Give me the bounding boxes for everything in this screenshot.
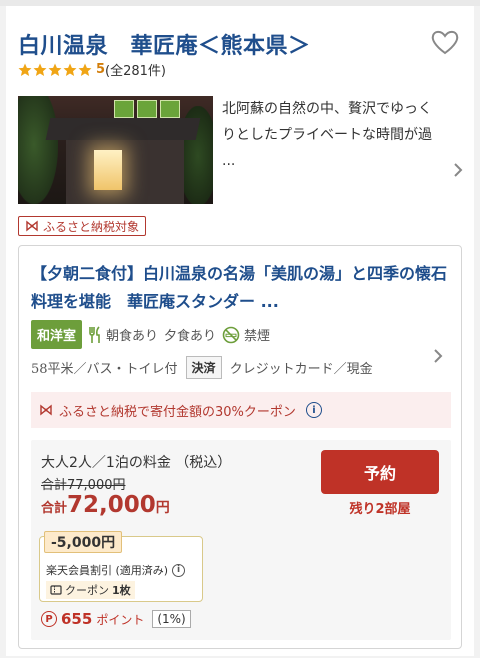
- final-price-amount: 72,000: [67, 492, 156, 518]
- rating: 5 (全281件): [18, 60, 166, 79]
- rating-stars: [18, 63, 92, 77]
- star-icon: [78, 63, 92, 76]
- final-price-unit: 円: [155, 500, 170, 516]
- smoking-label: 禁煙: [244, 329, 271, 344]
- room-type-badge: 和洋室: [31, 320, 83, 349]
- rating-count[interactable]: (全281件): [105, 60, 166, 79]
- final-price-label: 合計: [41, 501, 68, 516]
- hotel-photo[interactable]: [18, 96, 213, 204]
- no-smoking-icon: [222, 326, 240, 343]
- heart-outline-icon[interactable]: [430, 28, 460, 56]
- plan-title[interactable]: 【夕朝二食付】白川温泉の名湯「美肌の湯」と四季の懐石料理を堪能 華匠庵スタンダー…: [31, 260, 451, 316]
- rating-value[interactable]: 5: [96, 62, 105, 77]
- furusato-tag-label: ふるさと納税対象: [43, 219, 140, 234]
- price-condition: 大人2人／1泊の料金 （税込）: [41, 455, 232, 471]
- furusato-coupon-banner[interactable]: ふるさと納税で寄付金額の30%クーポン i: [31, 392, 451, 428]
- discount-amount: -5,000円: [44, 531, 123, 553]
- dinner-feature: 夕食あり: [164, 325, 216, 344]
- coupon-count-row: クーポン 1枚: [46, 581, 135, 599]
- points-value: 655: [61, 610, 93, 628]
- star-icon: [63, 63, 77, 76]
- breakfast-label: 朝食あり: [106, 329, 159, 344]
- book-button[interactable]: 予約: [321, 450, 439, 494]
- photo-lit-entrance: [94, 150, 122, 190]
- dinner-label: 夕食あり: [164, 329, 217, 344]
- points-icon: P: [41, 611, 57, 627]
- photo-tree: [18, 96, 58, 204]
- points-rate: (1%): [152, 610, 191, 628]
- info-icon[interactable]: i: [305, 402, 322, 418]
- rooms-left: 残り2部屋: [349, 502, 411, 517]
- ribbon-icon: [40, 404, 52, 416]
- star-icon: [33, 63, 47, 76]
- discount-box: -5,000円 楽天会員割引 (適用済み) i クーポン 1枚: [39, 531, 203, 602]
- photo-award-badges: [114, 100, 180, 118]
- photo-roof: [45, 118, 201, 140]
- award-badge: [114, 100, 134, 118]
- cutlery-icon: [89, 325, 100, 343]
- settlement-badge: 決済: [185, 356, 222, 379]
- furusato-tag: ふるさと納税対象: [18, 216, 147, 236]
- discount-name: 楽天会員割引 (適用済み): [46, 564, 169, 577]
- plan-card[interactable]: 【夕朝二食付】白川温泉の名湯「美肌の湯」と四季の懐石料理を堪能 華匠庵スタンダー…: [18, 245, 462, 649]
- smoking-feature: 禁煙: [222, 325, 270, 344]
- ribbon-icon: [26, 220, 38, 232]
- hotel-name[interactable]: 白川温泉 華匠庵＜熊本県＞: [18, 28, 311, 60]
- coupon-count: 1枚: [112, 584, 131, 597]
- room-spec-row: 58平米／バス・トイレ付 決済 クレジットカード／現金: [31, 356, 373, 379]
- photo-building: [66, 140, 184, 204]
- star-icon: [48, 63, 62, 76]
- award-badge: [160, 100, 180, 118]
- hotel-description[interactable]: 北阿蘇の自然の中、贅沢でゆっくりとしたプライベートな時間が過 ...: [222, 96, 442, 174]
- discount-name-row: 楽天会員割引 (適用済み) i: [46, 562, 186, 578]
- settlement-methods: クレジットカード／現金: [229, 362, 373, 377]
- chevron-right-icon[interactable]: [453, 163, 463, 177]
- coupon-icon: [50, 585, 62, 595]
- breakfast-feature: 朝食あり: [88, 325, 158, 344]
- final-price: 合計 72,000 円: [41, 492, 170, 518]
- chevron-right-icon[interactable]: [433, 349, 443, 363]
- price-area: 大人2人／1泊の料金 （税込） 合計77,000円 合計 72,000 円 予約…: [31, 440, 451, 640]
- points-label: ポイント: [96, 612, 145, 627]
- original-price: 合計77,000円: [41, 478, 126, 493]
- info-icon[interactable]: i: [172, 563, 186, 577]
- points-row: P 655 ポイント (1%): [41, 610, 191, 628]
- coupon-banner-text: ふるさと納税で寄付金額の30%クーポン: [59, 404, 296, 420]
- room-spec: 58平米／バス・トイレ付: [31, 362, 178, 377]
- plan-features: 和洋室 朝食あり 夕食あり 禁煙: [31, 320, 270, 349]
- award-badge: [137, 100, 157, 118]
- coupon-label: クーポン: [65, 584, 109, 597]
- star-icon: [18, 63, 32, 76]
